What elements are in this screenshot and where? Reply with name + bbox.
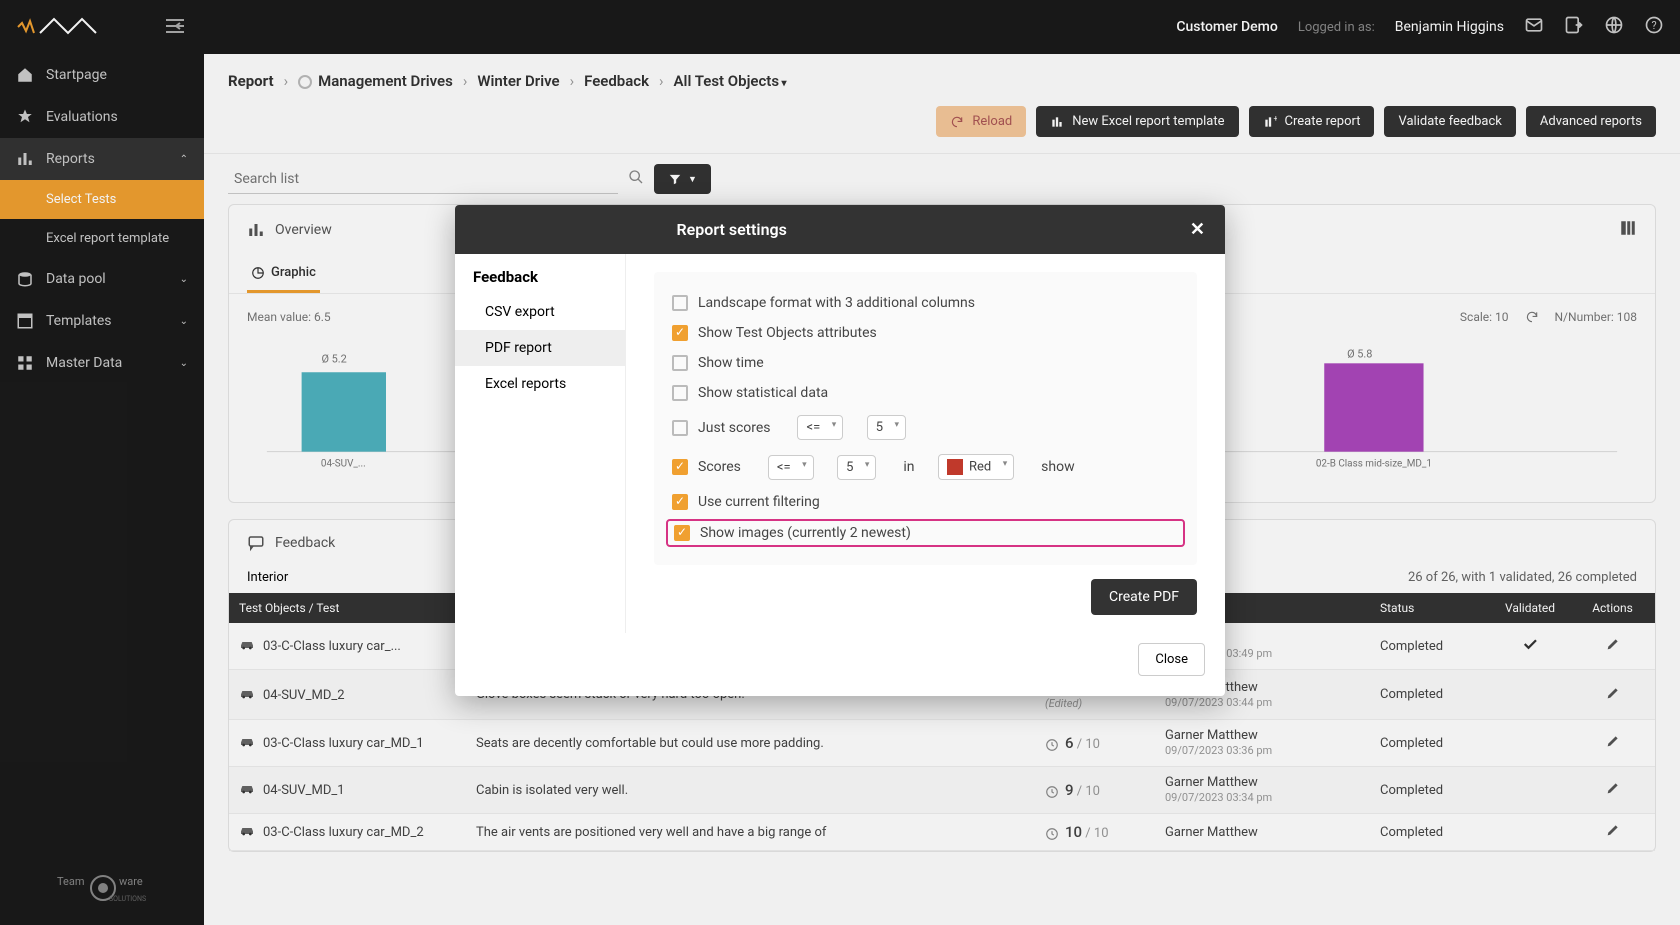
side-pdf-report[interactable]: PDF report bbox=[455, 330, 625, 366]
sel-num-1[interactable]: 5 bbox=[867, 415, 906, 440]
chk-statistical[interactable] bbox=[672, 385, 688, 401]
chk-landscape[interactable] bbox=[672, 295, 688, 311]
sel-color[interactable]: Red bbox=[938, 454, 1014, 480]
create-pdf-button[interactable]: Create PDF bbox=[1091, 579, 1197, 615]
sel-op-1[interactable]: <= bbox=[797, 415, 843, 440]
chk-images[interactable] bbox=[674, 525, 690, 541]
report-settings-modal: Report settings ✕ Feedback CSV export PD… bbox=[455, 205, 1225, 696]
sel-num-2[interactable]: 5 bbox=[837, 455, 876, 480]
close-icon[interactable]: ✕ bbox=[1190, 219, 1205, 240]
side-csv-export[interactable]: CSV export bbox=[455, 294, 625, 330]
chk-just-scores[interactable] bbox=[672, 420, 688, 436]
chk-attributes[interactable] bbox=[672, 325, 688, 341]
chk-filtering[interactable] bbox=[672, 494, 688, 510]
chk-time[interactable] bbox=[672, 355, 688, 371]
modal-overlay: Report settings ✕ Feedback CSV export PD… bbox=[0, 0, 1680, 925]
sel-op-2[interactable]: <= bbox=[768, 455, 814, 480]
chk-scores[interactable] bbox=[672, 459, 688, 475]
modal-title: Report settings bbox=[677, 220, 787, 239]
side-excel-reports[interactable]: Excel reports bbox=[455, 366, 625, 402]
close-button[interactable]: Close bbox=[1138, 643, 1205, 676]
modal-side-title: Feedback bbox=[455, 254, 625, 294]
